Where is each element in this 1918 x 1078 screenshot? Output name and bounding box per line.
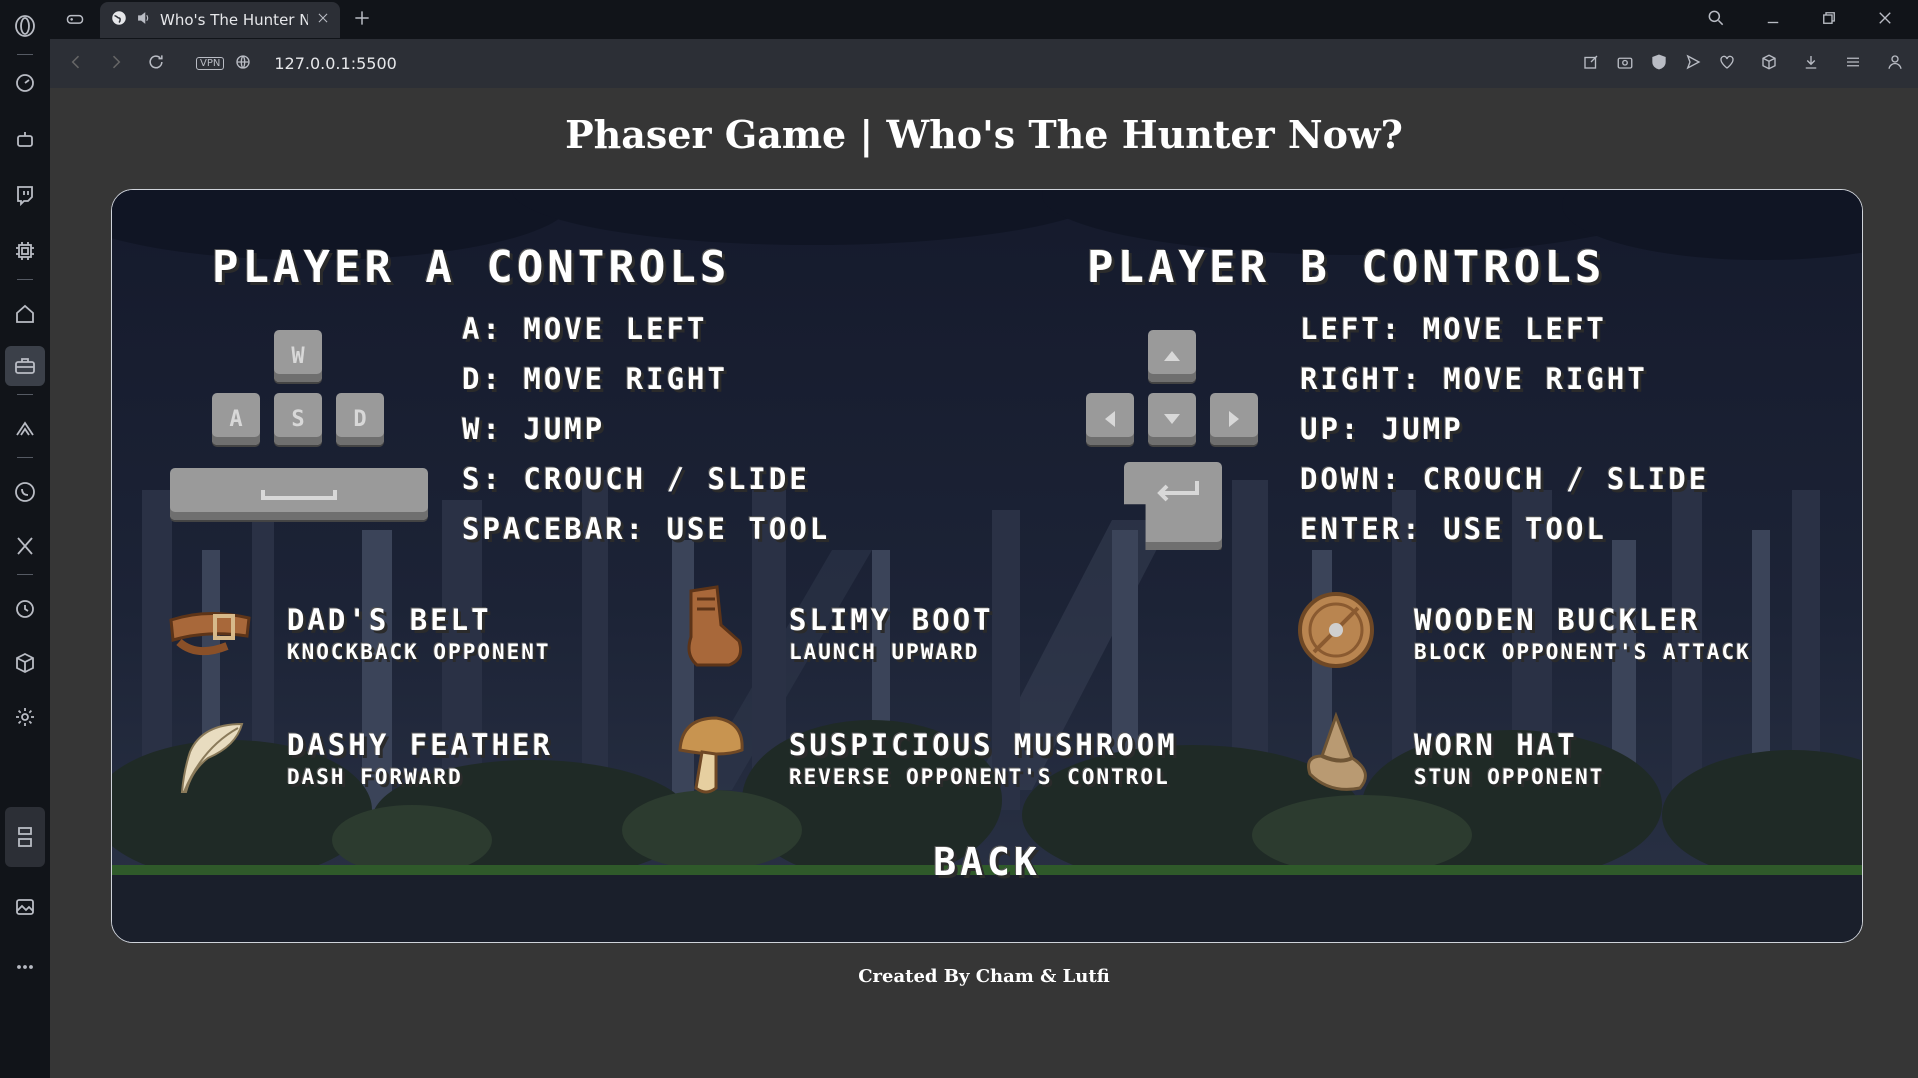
- item-desc-buckler: Block Opponent's Attack: [1414, 640, 1751, 664]
- camera-icon[interactable]: [1616, 53, 1634, 75]
- adblock-shield-icon[interactable]: [1650, 53, 1668, 75]
- vpn-badge[interactable]: VPN: [196, 57, 225, 70]
- shield-icon: [1298, 592, 1374, 668]
- player-a-line-2: D: Move Right: [462, 362, 728, 396]
- item-desc-mushroom: Reverse Opponent's Control: [789, 765, 1170, 789]
- item-name-buckler: Wooden Buckler: [1414, 603, 1701, 637]
- hardware-monitor-icon[interactable]: [5, 807, 45, 867]
- more-icon[interactable]: [5, 947, 45, 987]
- ai-bot-icon[interactable]: [5, 119, 45, 159]
- address-bar: VPN 127.0.0.1:5500: [50, 39, 1918, 88]
- forward-nav-icon[interactable]: [106, 52, 126, 76]
- search-tabs-icon[interactable]: [1706, 8, 1726, 32]
- item-name-boot: Slimy Boot: [789, 603, 994, 637]
- item-name-feather: Dashy Feather: [287, 728, 553, 762]
- item-name-belt: Dad's Belt: [287, 603, 492, 637]
- key-d: D: [336, 393, 384, 445]
- profile-icon[interactable]: [1886, 53, 1904, 75]
- tab-close-icon[interactable]: [316, 11, 330, 29]
- page-title: Phaser Game | Who's The Hunter Now?: [565, 112, 1403, 157]
- speaker-icon[interactable]: [136, 10, 152, 30]
- player-b-line-3: Up: Jump: [1300, 412, 1464, 446]
- player-b-line-2: Right: Move Right: [1300, 362, 1648, 396]
- url-field[interactable]: 127.0.0.1:5500: [274, 54, 396, 73]
- tab-active[interactable]: Who's The Hunter Now: [100, 2, 340, 38]
- chip-icon[interactable]: [5, 231, 45, 271]
- close-window-icon[interactable]: [1876, 9, 1894, 31]
- item-desc-hat: Stun Opponent: [1414, 765, 1605, 789]
- key-w: W: [274, 330, 322, 382]
- home-icon[interactable]: [5, 294, 45, 334]
- site-info-globe-icon[interactable]: [234, 53, 252, 75]
- tab-title: Who's The Hunter Now: [160, 11, 308, 29]
- player-a-heading: Player A Controls: [212, 242, 731, 293]
- arrow-up-key-icon: [1148, 330, 1196, 382]
- arrow-right-key-icon: [1210, 393, 1258, 445]
- footer-credits: Created By Cham & Lutfi: [858, 966, 1110, 987]
- feather-icon: [180, 722, 244, 793]
- gamepad-icon[interactable]: [64, 9, 86, 33]
- twitch-icon[interactable]: [5, 175, 45, 215]
- item-desc-belt: Knockback Opponent: [287, 640, 551, 664]
- arrow-down-key-icon: [1148, 393, 1196, 445]
- hat-icon: [1307, 712, 1367, 791]
- player-a-line-5: Spacebar: Use Tool: [462, 512, 831, 546]
- gallery-icon[interactable]: [5, 887, 45, 927]
- globe-favicon-icon: [110, 9, 128, 31]
- player-b-line-1: Left: Move Left: [1300, 312, 1607, 346]
- player-b-line-4: Down: Crouch / Slide: [1300, 462, 1710, 496]
- key-a: A: [212, 393, 260, 445]
- easy-setup-icon[interactable]: [1844, 53, 1862, 75]
- x-twitter-icon[interactable]: [5, 526, 45, 566]
- restore-icon[interactable]: [1820, 9, 1838, 31]
- forest-background: [112, 190, 1862, 942]
- player-a-line-3: W: Jump: [462, 412, 606, 446]
- belt-icon: [169, 611, 251, 656]
- reload-icon[interactable]: [146, 52, 166, 76]
- tab-bar: Who's The Hunter Now: [50, 0, 1918, 39]
- whatsapp-icon[interactable]: [5, 472, 45, 512]
- new-tab-plus-icon[interactable]: [352, 8, 372, 32]
- boot-icon: [687, 585, 743, 667]
- browser-sidebar: [0, 0, 50, 1078]
- item-desc-boot: Launch Upward: [789, 640, 980, 664]
- download-icon[interactable]: [1802, 53, 1820, 75]
- edit-snapshot-icon[interactable]: [1582, 53, 1600, 75]
- extensions-cube-icon[interactable]: [5, 643, 45, 683]
- player-a-line-1: A: Move Left: [462, 312, 708, 346]
- history-icon[interactable]: [5, 589, 45, 629]
- arc-icon[interactable]: [5, 409, 45, 449]
- mushroom-icon: [678, 716, 744, 794]
- heart-bookmark-icon[interactable]: [1718, 53, 1736, 75]
- player-a-line-4: S: Crouch / Slide: [462, 462, 810, 496]
- game-canvas[interactable]: Player A Controls Player B Controls W A …: [111, 189, 1863, 943]
- settings-gear-icon[interactable]: [5, 697, 45, 737]
- player-b-heading: Player B Controls: [1087, 242, 1606, 293]
- minimize-icon[interactable]: [1764, 9, 1782, 31]
- workspace-icon[interactable]: [5, 346, 45, 386]
- back-button[interactable]: Back: [112, 840, 1862, 884]
- speed-dial-icon[interactable]: [5, 63, 45, 103]
- player-b-line-5: Enter: Use Tool: [1300, 512, 1607, 546]
- spacebar-key-icon: [170, 468, 428, 520]
- opera-logo-icon[interactable]: [5, 6, 45, 46]
- arrow-left-key-icon: [1086, 393, 1134, 445]
- key-s: S: [274, 393, 322, 445]
- item-name-mushroom: Suspicious Mushroom: [789, 728, 1178, 762]
- send-icon[interactable]: [1684, 53, 1702, 75]
- back-nav-icon[interactable]: [66, 52, 86, 76]
- item-name-hat: Worn Hat: [1414, 728, 1578, 762]
- extensions-icon[interactable]: [1760, 53, 1778, 75]
- item-desc-feather: Dash Forward: [287, 765, 463, 789]
